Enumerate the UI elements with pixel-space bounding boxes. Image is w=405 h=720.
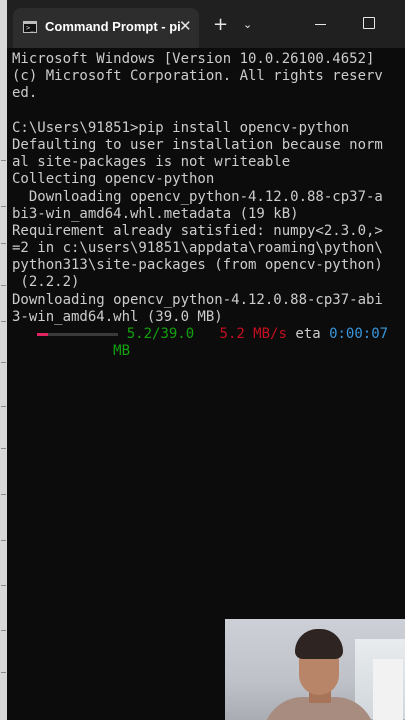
edge-tick — [1, 321, 6, 322]
terminal-line: Defaulting to user installation because … — [12, 136, 383, 153]
terminal-line: Downloading opencv_python-4.12.0.88-cp37… — [12, 291, 383, 308]
eta-label: eta — [295, 326, 321, 342]
edge-tick — [1, 406, 6, 407]
window-titlebar[interactable]: >_ Command Prompt - pi ✕ + ⌄ — [7, 0, 405, 48]
edge-tick — [1, 448, 6, 449]
terminal-line: 3-win_amd64.whl (39.0 MB) — [12, 308, 223, 325]
terminal-line: =2 in c:\users\91851\appdata\roaming\pyt… — [12, 240, 383, 257]
screen: >_ Command Prompt - pi ✕ + ⌄ Microsoft W… — [0, 0, 405, 720]
terminal-line: Microsoft Windows [Version 10.0.26100.46… — [12, 51, 375, 67]
edge-tick — [1, 494, 6, 495]
terminal-line: Requirement already satisfied: numpy<2.3… — [12, 222, 383, 239]
terminal-line: C:\Users\91851>pip install opencv-python — [12, 119, 350, 136]
progress-bar-remaining — [48, 332, 119, 336]
cmd-icon: >_ — [23, 21, 37, 33]
progress-bar-filled — [37, 332, 49, 336]
edge-tick — [1, 206, 6, 207]
background-window-edge — [0, 0, 7, 720]
edge-tick — [1, 630, 6, 631]
terminal-line: ed. — [12, 85, 38, 102]
edge-tick — [1, 362, 6, 363]
edge-tick — [1, 243, 6, 244]
edge-tick — [1, 585, 6, 586]
eta-value: 0:00:07 — [329, 326, 389, 342]
new-tab-button[interactable]: + — [213, 16, 228, 34]
terminal-line: (2.2.2) — [12, 274, 80, 291]
download-speed: 5.2 MB/s — [219, 326, 287, 342]
edge-tick — [1, 285, 6, 286]
edge-tick — [1, 672, 6, 673]
webcam-person-hair — [295, 629, 343, 659]
terminal-line: Downloading opencv_python-4.12.0.88-cp37… — [12, 188, 383, 205]
terminal-output[interactable]: Microsoft Windows [Version 10.0.26100.46… — [12, 51, 405, 360]
terminal-line: MB — [12, 343, 405, 360]
webcam-overlay — [225, 619, 405, 720]
chevron-down-icon[interactable]: ⌄ — [243, 18, 252, 32]
terminal-line: al site-packages is not writeable — [12, 154, 291, 171]
terminal-line: python313\site-packages (from opencv-pyt… — [12, 257, 383, 274]
tab-command-prompt[interactable]: >_ Command Prompt - pi ✕ — [13, 8, 199, 48]
download-size-unit: MB — [113, 343, 131, 360]
edge-tick — [1, 540, 6, 541]
download-size: 5.2/39.0 — [126, 326, 195, 342]
maximize-button[interactable] — [363, 17, 375, 29]
minimize-button[interactable] — [315, 24, 326, 25]
download-progress-line: 5.2/39.0 5.2 MB/s eta 0:00:07 — [12, 326, 405, 343]
terminal-line: (c) Microsoft Corporation. All rights re… — [12, 68, 383, 85]
terminal-line: Collecting opencv-python — [12, 171, 215, 188]
close-tab-icon[interactable]: ✕ — [179, 17, 192, 35]
tab-title: Command Prompt - pi — [45, 19, 181, 34]
terminal-line: bi3-win_amd64.whl.metadata (19 kB) — [12, 205, 299, 222]
edge-tick — [1, 160, 6, 161]
webcam-background-curtain — [373, 659, 403, 720]
